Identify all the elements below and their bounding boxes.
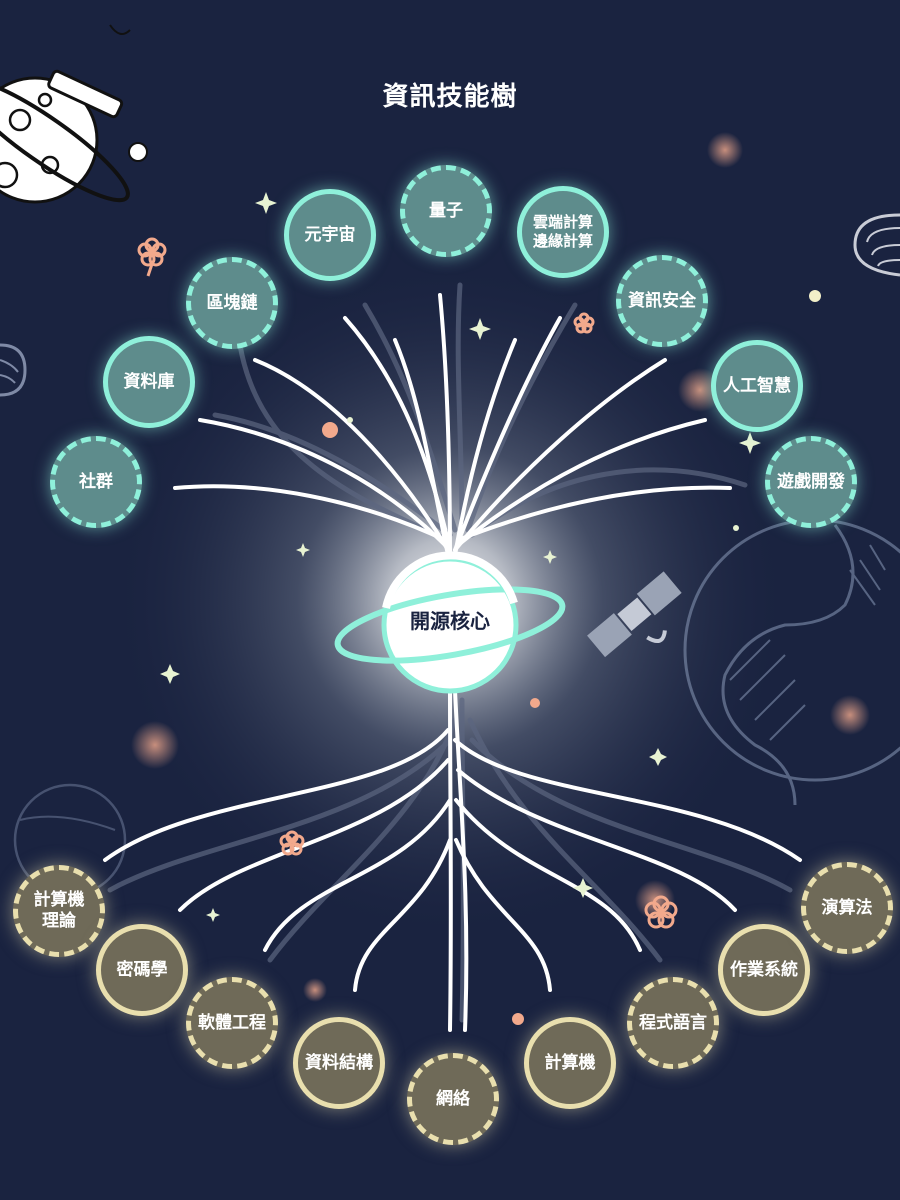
skill-node-algorithms[interactable]: 演算法 (801, 862, 893, 954)
skill-node-data-structures[interactable]: 資料結構 (293, 1017, 385, 1109)
skill-node-cloud-edge[interactable]: 雲端計算 邊緣計算 (517, 186, 609, 278)
planet-icon (853, 213, 900, 277)
skill-node-software-engineering[interactable]: 軟體工程 (186, 977, 278, 1069)
moon-telescope-icon (0, 24, 148, 204)
page-title: 資訊技能樹 (382, 82, 518, 112)
blob-decoration (830, 695, 870, 735)
skill-tree-canvas: 資訊技能樹 開源核心 社群 資料庫 區塊鏈 元宇宙 量子 雲端計算 邊緣計算 資… (0, 0, 900, 1200)
skill-node-blockchain[interactable]: 區塊鏈 (186, 257, 278, 349)
skill-node-security[interactable]: 資訊安全 (616, 255, 708, 347)
skill-node-ai[interactable]: 人工智慧 (711, 340, 803, 432)
skill-node-computing-theory[interactable]: 計算機 理論 (13, 865, 105, 957)
skill-node-network[interactable]: 網絡 (407, 1053, 499, 1145)
skill-node-computer[interactable]: 計算機 (524, 1017, 616, 1109)
skill-node-database[interactable]: 資料庫 (103, 336, 195, 428)
planet-icon (0, 343, 27, 397)
skill-node-community[interactable]: 社群 (50, 436, 142, 528)
skill-node-metaverse[interactable]: 元宇宙 (284, 189, 376, 281)
skill-node-quantum[interactable]: 量子 (400, 165, 492, 257)
skill-node-operating-systems[interactable]: 作業系統 (718, 924, 810, 1016)
core-label: 開源核心 (410, 609, 490, 633)
blob-decoration (131, 721, 179, 769)
skill-node-game-dev[interactable]: 遊戲開發 (765, 436, 857, 528)
blob-decoration (303, 978, 327, 1002)
blob-decoration (707, 132, 743, 168)
skill-node-programming-languages[interactable]: 程式語言 (627, 977, 719, 1069)
skill-node-cryptography[interactable]: 密碼學 (96, 924, 188, 1016)
